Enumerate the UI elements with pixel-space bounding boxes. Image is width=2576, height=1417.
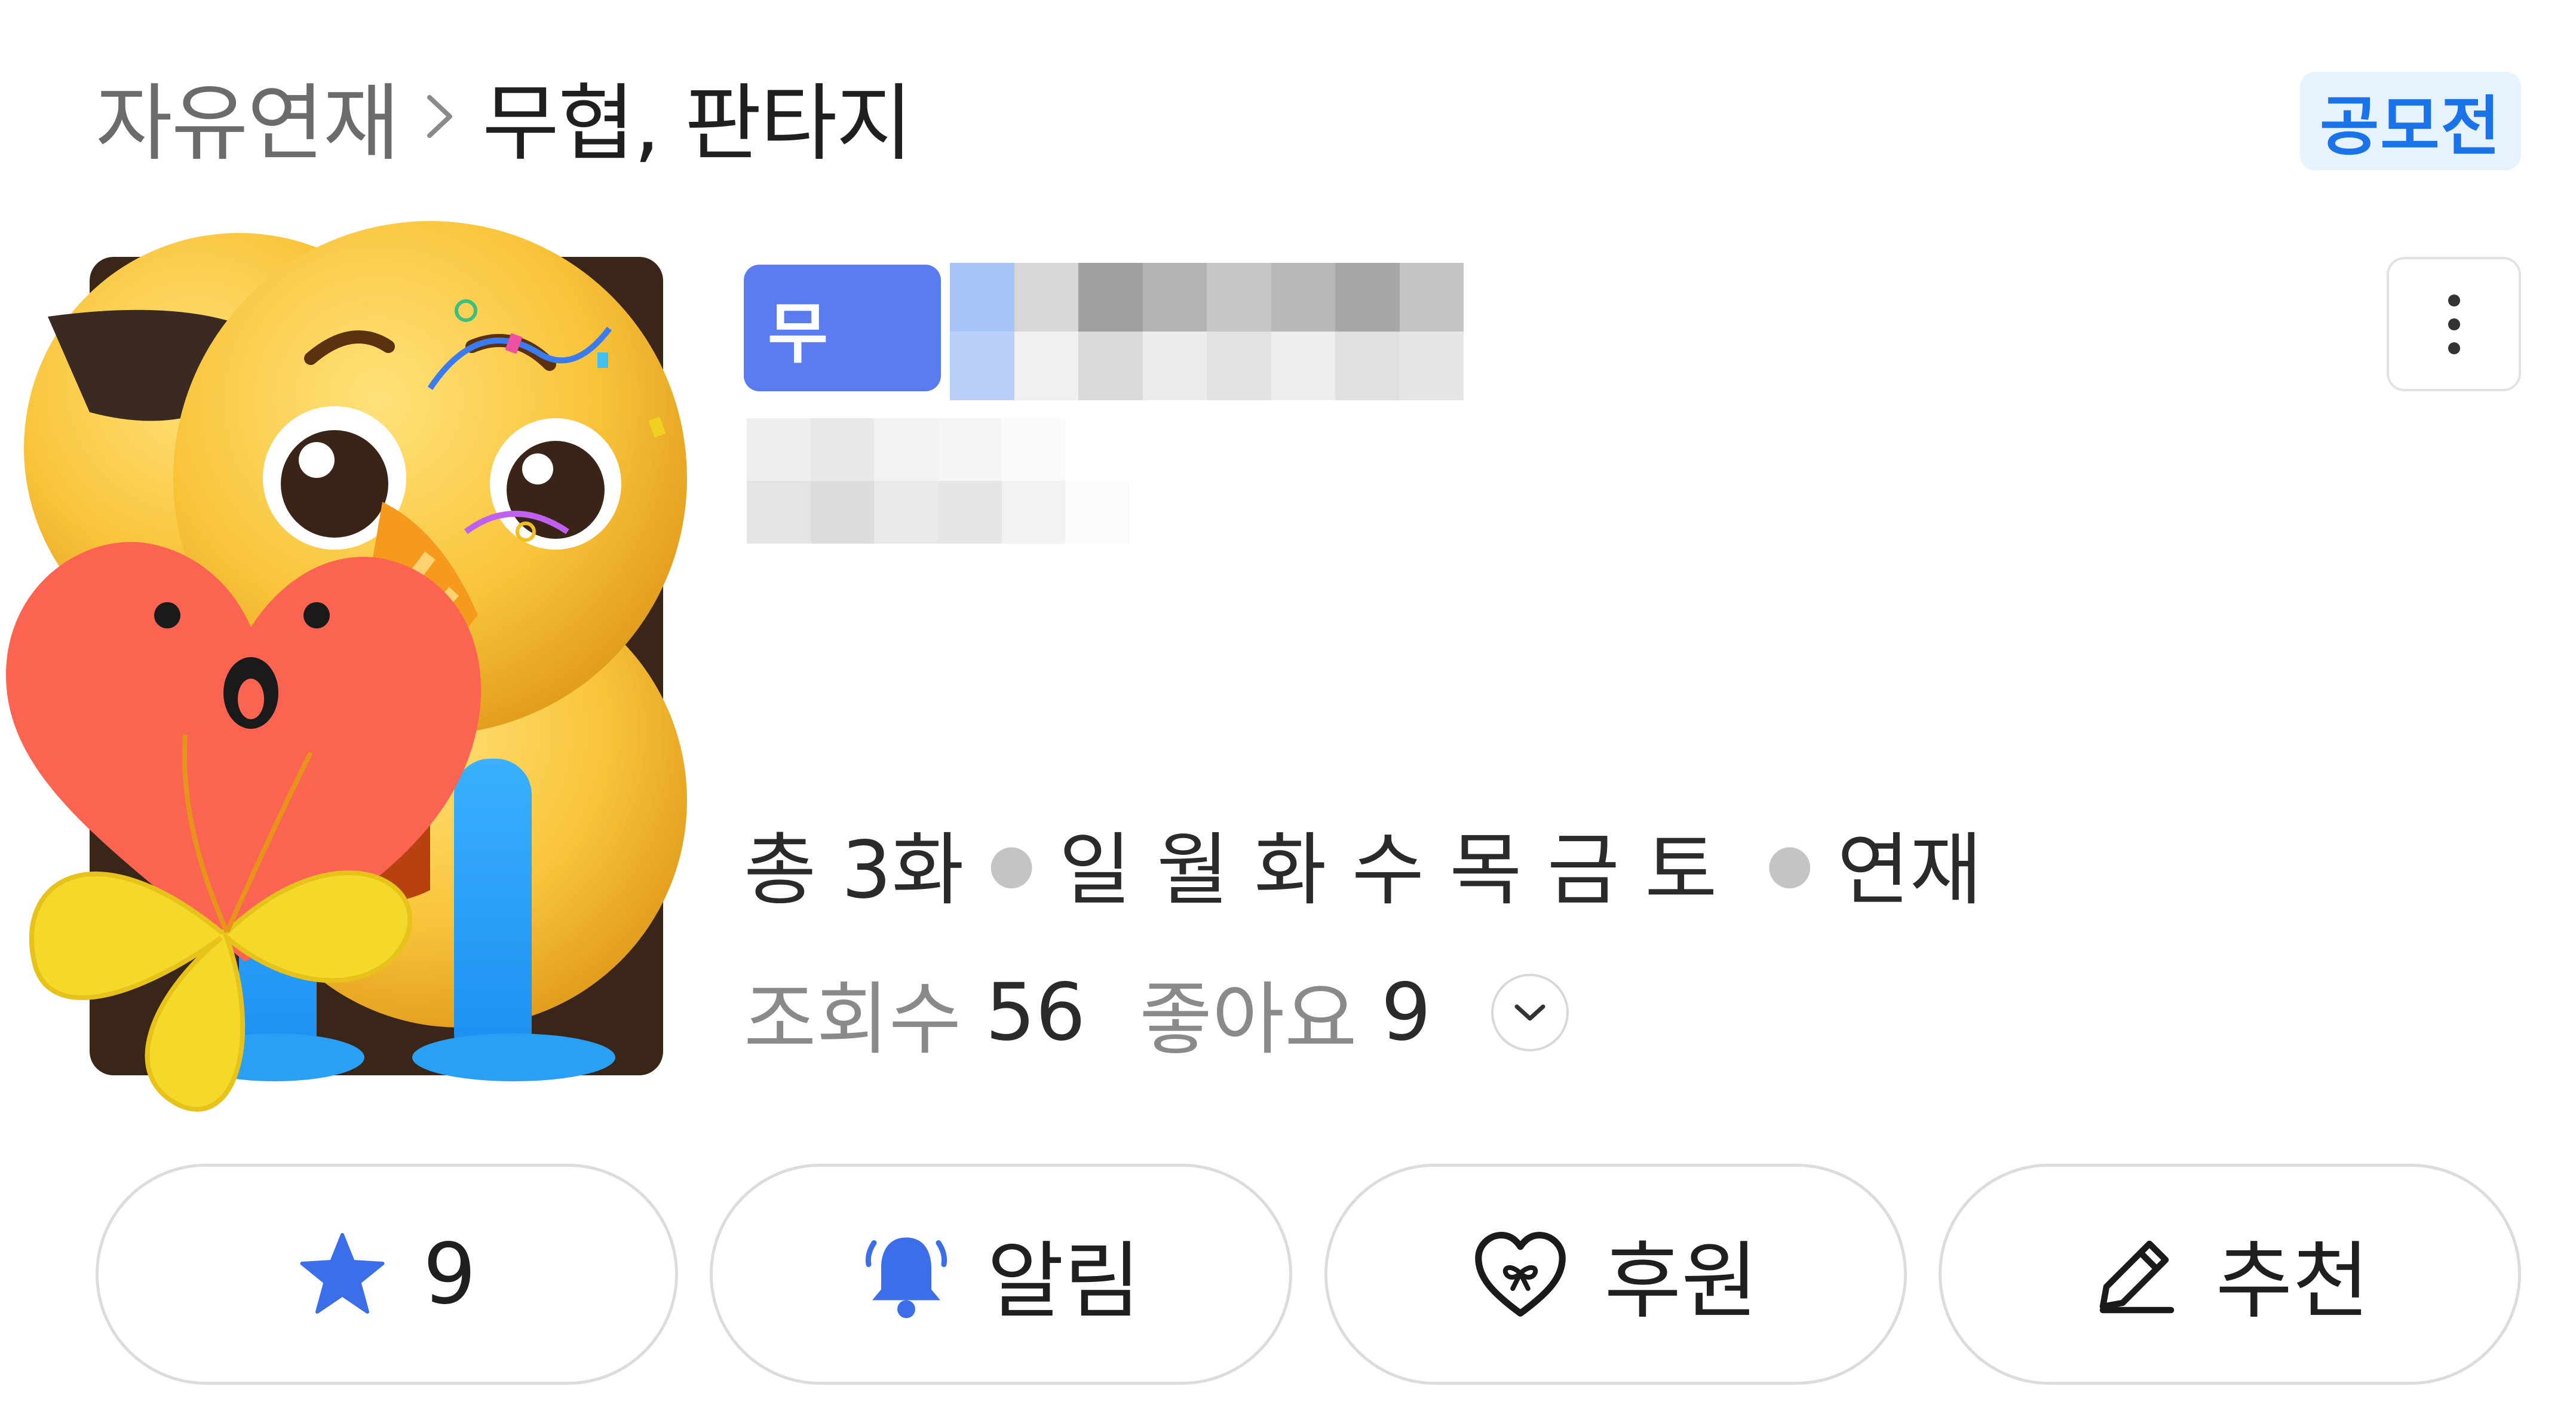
- chevron-down-icon: [1514, 1004, 1545, 1021]
- likes-label: 좋아요: [1139, 973, 1357, 1066]
- day-thu: 목: [1449, 824, 1522, 916]
- serial-info: 총 3화 ● 일 월 화 수 목 금 토 ● 연재: [744, 812, 1982, 916]
- stats: 조회수 56 좋아요 9: [744, 962, 1569, 1066]
- alarm-label: 알림: [987, 1233, 1141, 1330]
- heart-gift-icon: [1475, 1231, 1566, 1317]
- day-mon: 월: [1156, 824, 1229, 916]
- bell-icon: [865, 1237, 947, 1318]
- star-icon: [300, 1233, 385, 1314]
- action-bar: 9 알림 후원 추천: [96, 1164, 2521, 1385]
- more-options-button[interactable]: [2387, 257, 2521, 391]
- breadcrumb-parent[interactable]: 자유연재: [96, 56, 400, 177]
- separator-dot: ●: [1766, 832, 1814, 895]
- likes-value: 9: [1381, 967, 1431, 1059]
- day-tue: 화: [1254, 824, 1327, 916]
- contest-badge[interactable]: 공모전: [2300, 72, 2521, 170]
- serial-status: 연재: [1837, 824, 1982, 916]
- work-title: [950, 263, 1464, 400]
- cover-image[interactable]: [0, 197, 735, 1129]
- day-wed: 수: [1351, 824, 1425, 916]
- recommend-label: 추천: [2215, 1233, 2370, 1330]
- pencil-icon: [2099, 1240, 2174, 1314]
- views-value: 56: [985, 967, 1086, 1059]
- expand-stats-button[interactable]: [1491, 974, 1569, 1051]
- day-sun: 일: [1059, 824, 1131, 916]
- separator-dot: ●: [988, 832, 1035, 895]
- favorite-button[interactable]: 9: [96, 1164, 678, 1385]
- views-label: 조회수: [744, 973, 962, 1066]
- favorite-count: 9: [422, 1225, 477, 1323]
- support-button[interactable]: 후원: [1324, 1164, 1907, 1385]
- more-vertical-icon: [2448, 294, 2460, 354]
- episode-count: 총 3화: [744, 824, 964, 916]
- author-name[interactable]: [747, 418, 1129, 544]
- chevron-right-icon: [422, 87, 458, 146]
- alarm-button[interactable]: 알림: [710, 1164, 1293, 1385]
- recommend-button[interactable]: 추천: [1938, 1164, 2521, 1385]
- breadcrumb-current[interactable]: 무협, 판타지: [482, 56, 913, 177]
- day-fri: 금: [1547, 824, 1620, 916]
- day-sat: 토: [1645, 824, 1718, 916]
- breadcrumb: 자유연재 무협, 판타지: [96, 60, 913, 173]
- genre-badge: 무: [744, 265, 941, 391]
- support-label: 후원: [1604, 1233, 1758, 1330]
